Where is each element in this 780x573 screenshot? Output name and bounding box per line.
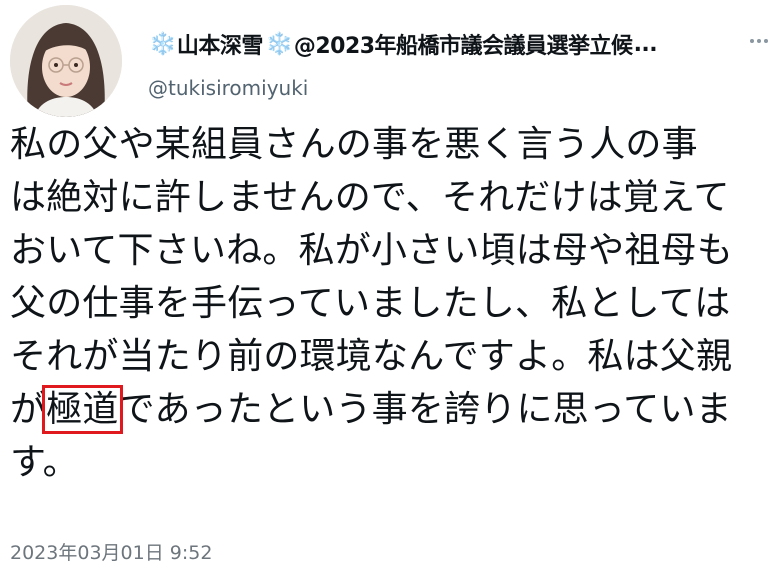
tweet-line: おいて下さいね。私が小さい頃は母や祖母も [10,230,733,271]
dot [750,39,754,43]
display-name[interactable]: ❄️ 山本深雪 ❄️ @2023年船橋市議会議員選挙立候 ... [148,28,738,60]
avatar-portrait [10,5,122,117]
tweet-text-segment: が [10,389,47,430]
tweet-line: は絶対に許しませんので、それだけは覚えて [10,177,730,218]
highlighted-word: 極道 [42,385,123,434]
tweet-line: 私の父や某組員さんの事を悪く言う人の事 [10,124,698,165]
snowflake-icon: ❄️ [149,31,176,57]
author-handle[interactable]: @tukisiromiyuki [148,76,780,100]
tweet-timestamp[interactable]: 2023年03月01日 9:52 [10,538,212,565]
name-ellipsis: ... [633,31,658,57]
snowflake-icon: ❄️ [265,31,293,57]
avatar[interactable] [10,5,122,117]
tweet-line: が極道であったという事を誇りに思っていま [10,383,733,436]
tweet-line: それが当たり前の環境なんですよ。私は父親 [10,336,733,377]
tweet-header: ❄️ 山本深雪 ❄️ @2023年船橋市議会議員選挙立候 ... @tukisi… [148,28,780,101]
dot [764,39,768,43]
tweet-text: 私の父や某組員さんの事を悪く言う人の事 は絶対に許しませんので、それだけは覚えて… [10,118,733,489]
dot [757,39,761,43]
more-options-icon[interactable] [744,30,774,52]
author-bio-title: @2023年船橋市議会議員選挙立候 [293,34,633,59]
tweet-line: す。 [10,442,79,483]
author-name: 山本深雪 [176,34,264,59]
tweet-line: 父の仕事を手伝っていましたし、私としては [10,283,731,324]
tweet-text-segment: であったという事を誇りに思っていま [118,389,732,430]
